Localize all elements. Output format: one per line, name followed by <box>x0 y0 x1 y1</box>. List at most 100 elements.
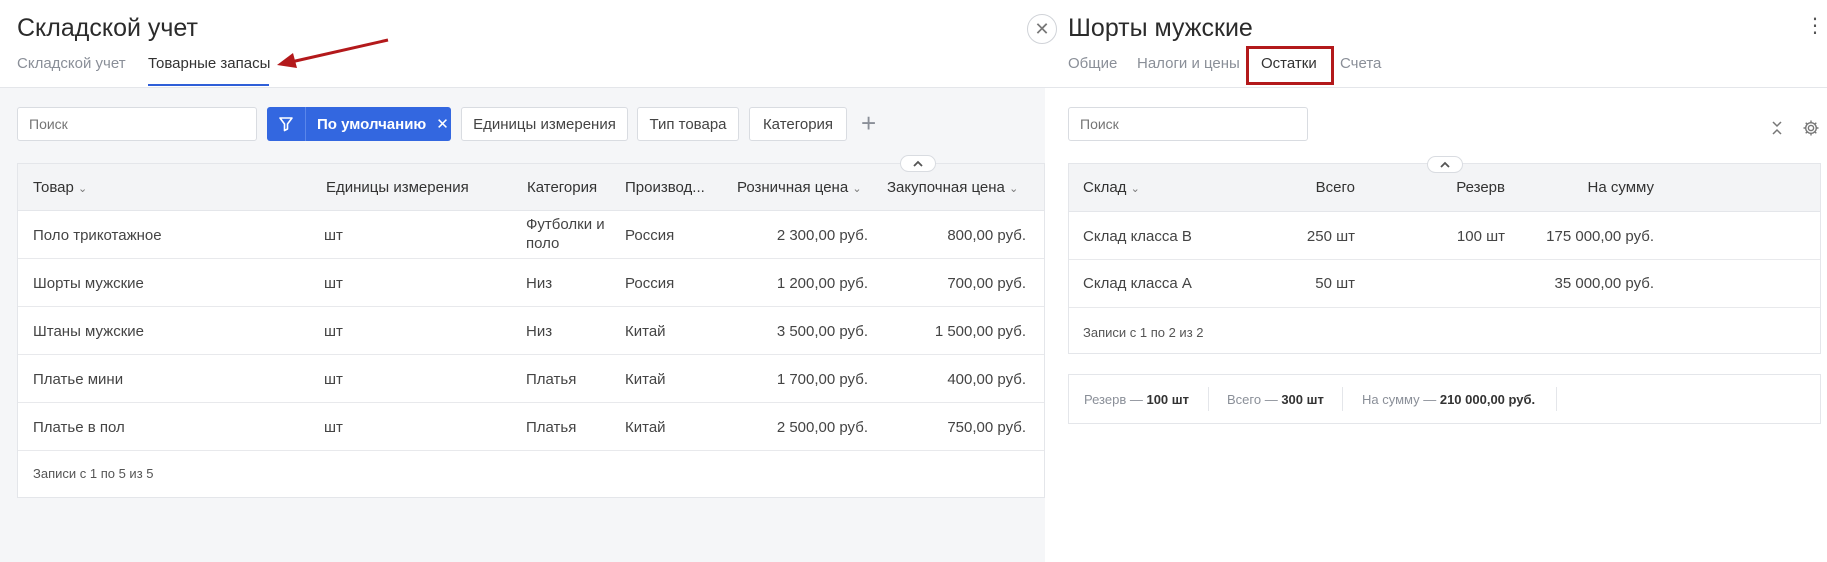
collapse-panel-toolbar-button[interactable] <box>1427 156 1463 173</box>
page-header: Складской учет Складской учет Товарные з… <box>0 0 1045 88</box>
active-tab-indicator <box>148 84 269 86</box>
tab-general[interactable]: Общие <box>1068 55 1117 72</box>
product-name: Платье в пол <box>33 419 125 436</box>
column-header-product[interactable]: Товар ⌄ <box>33 179 87 196</box>
chevron-up-icon <box>1440 161 1450 168</box>
product-purchase-price: 750,00 руб. <box>947 419 1026 436</box>
table-row[interactable]: Платье в пол шт Платья Китай 2 500,00 ру… <box>18 403 1044 451</box>
annotation-arrow-icon <box>277 38 389 68</box>
product-retail-price: 1 700,00 руб. <box>776 371 868 388</box>
divider <box>1556 387 1557 411</box>
column-header-sum[interactable]: На сумму <box>1514 179 1654 196</box>
product-detail-panel: Шорты мужские Общие Налоги и цены Остатк… <box>1045 0 1827 562</box>
product-country: Россия <box>625 275 675 292</box>
product-purchase-price: 800,00 руб. <box>947 227 1026 244</box>
summary-sum: На сумму — 210 000,00 руб. <box>1362 392 1536 407</box>
close-icon[interactable]: ✕ <box>436 115 449 133</box>
search-input[interactable] <box>17 107 257 141</box>
product-country: Китай <box>625 323 666 340</box>
table-row[interactable]: Склад класса В 250 шт 100 шт 175 000,00 … <box>1069 212 1820 260</box>
column-header-reserve[interactable]: Резерв <box>1429 179 1505 196</box>
column-header-manufacturer[interactable]: Производ... <box>625 179 705 196</box>
warehouse-name: Склад класса А <box>1083 275 1192 292</box>
stock-total: 250 шт <box>1306 228 1355 245</box>
panel-header: Шорты мужские Общие Налоги и цены Остатк… <box>1045 0 1827 88</box>
tab-accounts[interactable]: Счета <box>1340 55 1381 72</box>
close-icon: ✕ <box>1034 18 1050 39</box>
collapse-icon[interactable] <box>1771 120 1783 136</box>
panel-title: Шорты мужские <box>1068 14 1253 42</box>
product-unit: шт <box>324 275 343 292</box>
stock-table: Склад ⌄ Всего Резерв На сумму Склад клас… <box>1068 163 1821 354</box>
annotation-highlight-box <box>1246 46 1334 85</box>
product-purchase-price: 1 500,00 руб. <box>934 323 1026 340</box>
stock-total: 50 шт <box>1315 275 1355 292</box>
filter-category-chip[interactable]: Категория <box>749 107 847 141</box>
page-title: Складской учет <box>17 14 198 42</box>
warehouse-name: Склад класса В <box>1083 228 1192 245</box>
column-header-units[interactable]: Единицы измерения <box>326 179 469 196</box>
close-panel-button[interactable]: ✕ <box>1027 14 1057 44</box>
filter-product-type-chip[interactable]: Тип товара <box>637 107 739 141</box>
stock-sum: 175 000,00 руб. <box>1546 228 1654 245</box>
product-unit: шт <box>324 323 343 340</box>
gear-icon[interactable] <box>1802 119 1820 137</box>
tab-taxes-prices[interactable]: Налоги и цены <box>1137 55 1240 72</box>
divider <box>1208 387 1209 411</box>
column-header-category[interactable]: Категория <box>527 179 597 196</box>
table-row[interactable]: Штаны мужские шт Низ Китай 3 500,00 руб.… <box>18 307 1044 355</box>
product-unit: шт <box>324 227 343 244</box>
summary-total: Всего — 300 шт <box>1227 392 1324 407</box>
table-row[interactable]: Поло трикотажное шт Футболки и поло Росс… <box>18 211 1044 259</box>
summary-reserve: Резерв — 100 шт <box>1084 392 1189 407</box>
product-purchase-price: 400,00 руб. <box>947 371 1026 388</box>
product-category: Платья <box>526 371 577 388</box>
inventory-pane: Складской учет Складской учет Товарные з… <box>0 0 1045 562</box>
column-header-warehouse[interactable]: Склад ⌄ <box>1083 179 1140 196</box>
product-category: Футболки и <box>526 216 605 233</box>
product-category: Платья <box>526 419 577 436</box>
product-retail-price: 1 200,00 руб. <box>776 275 868 292</box>
product-unit: шт <box>324 371 343 388</box>
product-retail-price: 2 500,00 руб. <box>776 419 868 436</box>
inventory-table: Товар ⌄ Единицы измерения Категория Прои… <box>17 163 1045 498</box>
product-category: Низ <box>526 323 553 340</box>
chevron-down-icon: ⌄ <box>852 183 862 195</box>
chevron-down-icon: ⌄ <box>1009 183 1019 195</box>
product-purchase-price: 700,00 руб. <box>947 275 1026 292</box>
more-options-icon[interactable]: ⋮ <box>1805 16 1825 36</box>
table-records-count: Записи с 1 по 2 из 2 <box>1083 325 1204 340</box>
stock-reserve: 100 шт <box>1456 228 1505 245</box>
product-country: Китай <box>625 371 666 388</box>
table-row[interactable]: Платье мини шт Платья Китай 1 700,00 руб… <box>18 355 1044 403</box>
product-category-line2: поло <box>526 235 560 252</box>
product-retail-price: 3 500,00 руб. <box>776 323 868 340</box>
chevron-down-icon: ⌄ <box>78 183 88 195</box>
table-records-count: Записи с 1 по 5 из 5 <box>33 466 154 481</box>
column-header-total[interactable]: Всего <box>1279 179 1355 196</box>
panel-search-input[interactable] <box>1068 107 1308 141</box>
filter-icon[interactable] <box>267 107 306 141</box>
product-unit: шт <box>324 419 343 436</box>
product-country: Китай <box>625 419 666 436</box>
table-row[interactable]: Склад класса А 50 шт 35 000,00 руб. <box>1069 260 1820 308</box>
product-country: Россия <box>625 227 675 244</box>
tab-warehouse-accounting[interactable]: Складской учет <box>17 55 126 72</box>
stock-sum: 35 000,00 руб. <box>1554 275 1655 292</box>
divider <box>1342 387 1343 411</box>
column-header-retail-price[interactable]: Розничная цена ⌄ <box>737 179 862 196</box>
filter-units-chip[interactable]: Единицы измерения <box>461 107 628 141</box>
filter-default-button[interactable]: По умолчанию ✕ <box>267 107 451 141</box>
product-category: Низ <box>526 275 553 292</box>
product-retail-price: 2 300,00 руб. <box>776 227 868 244</box>
filter-label: По умолчанию <box>317 115 427 133</box>
chevron-up-icon <box>913 160 923 167</box>
table-row[interactable]: Шорты мужские шт Низ Россия 1 200,00 руб… <box>18 259 1044 307</box>
collapse-toolbar-button[interactable] <box>900 155 936 172</box>
product-name: Платье мини <box>33 371 124 388</box>
column-header-purchase-price[interactable]: Закупочная цена ⌄ <box>887 179 1018 196</box>
add-filter-icon[interactable]: + <box>861 110 876 136</box>
chevron-down-icon: ⌄ <box>1130 183 1140 195</box>
product-name: Шорты мужские <box>33 275 144 292</box>
tab-inventory[interactable]: Товарные запасы <box>148 55 270 72</box>
